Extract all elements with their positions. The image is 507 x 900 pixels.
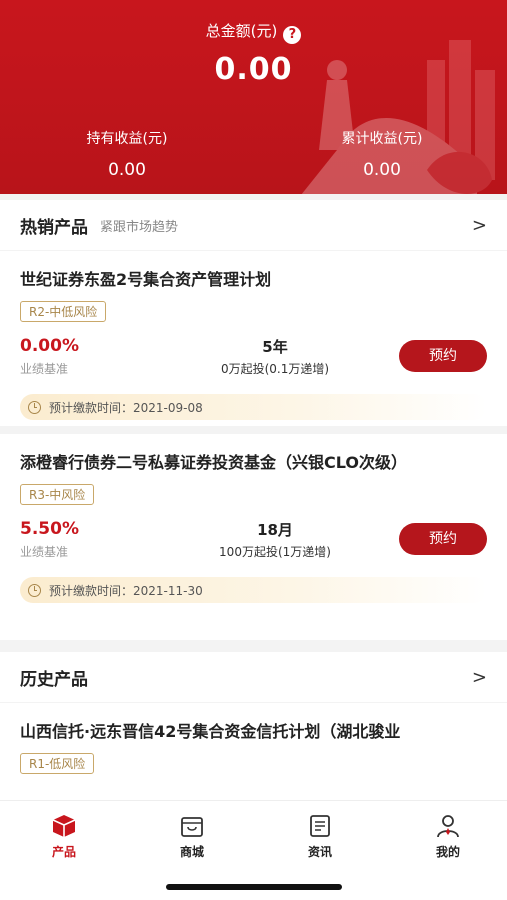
product-name: 山西信托·远东晋信42号集合资金信托计划（湖北骏业: [20, 722, 401, 741]
cumulative-income-value: 0.00: [363, 160, 401, 180]
assets-header: 总金额(元)? 0.00 持有收益(元) 0.00 累计收益(元) 0.00: [0, 0, 507, 194]
product-stats: 5.50% 业绩基准 18月 100万起投(1万递增) 预约: [20, 515, 487, 567]
chevron-right-icon[interactable]: >: [472, 667, 487, 688]
benchmark-rate: 5.50%: [20, 519, 79, 539]
benchmark-rate: 0.00%: [20, 336, 79, 356]
product-term: 5年: [262, 338, 288, 356]
chevron-right-icon[interactable]: >: [472, 215, 487, 236]
tab-mine[interactable]: 我的: [408, 813, 488, 860]
tab-shop-label: 商城: [179, 845, 204, 859]
benchmark-label: 业绩基准: [20, 362, 69, 376]
payment-time-bar: 预计缴款时间：2021-11-30: [20, 577, 487, 603]
tab-news[interactable]: 资讯: [280, 813, 360, 860]
history-products-title: 历史产品: [20, 669, 88, 690]
tab-shop[interactable]: 商城: [152, 813, 232, 860]
product-card[interactable]: 世纪证券东盈2号集合资产管理计划 R2-中低风险 0.00% 业绩基准 5年 0…: [0, 251, 507, 426]
hot-products-title: 热销产品: [20, 217, 88, 238]
product-term: 18月: [257, 521, 293, 539]
min-investment: 100万起投(1万递增): [219, 545, 331, 559]
home-indicator[interactable]: [166, 884, 342, 890]
profile-user-icon: [437, 815, 459, 838]
total-amount-label-row: 总金额(元)?: [0, 20, 507, 44]
tab-news-label: 资讯: [307, 845, 332, 859]
clock-icon: [28, 400, 41, 414]
shop-bag-icon: [181, 817, 203, 837]
help-icon[interactable]: ?: [283, 26, 302, 44]
payment-time-text: 预计缴款时间：2021-09-08: [49, 400, 203, 415]
product-stats: 0.00% 业绩基准 5年 0万起投(0.1万递增) 预约: [20, 332, 487, 384]
hot-products-header[interactable]: 热销产品 紧跟市场趋势 >: [0, 200, 507, 250]
min-investment: 0万起投(0.1万递增): [220, 362, 330, 376]
hot-products-subtitle: 紧跟市场趋势: [100, 219, 179, 235]
reserve-button[interactable]: 预约: [399, 340, 487, 372]
holding-income: 持有收益(元) 0.00: [27, 128, 227, 180]
payment-time-text: 预计缴款时间：2021-11-30: [49, 583, 203, 598]
total-amount-label: 总金额(元): [205, 22, 278, 40]
product-name: 添橙睿行债券二号私募证券投资基金（兴银CLO次级）: [20, 453, 407, 472]
risk-badge: R2-中低风险: [20, 301, 107, 322]
news-doc-icon: [310, 815, 330, 837]
payment-time-bar: 预计缴款时间：2021-09-08: [20, 394, 487, 420]
holding-income-label: 持有收益(元): [86, 131, 168, 147]
product-box-icon: [52, 815, 76, 837]
holding-income-value: 0.00: [108, 160, 146, 180]
product-card[interactable]: 添橙睿行债券二号私募证券投资基金（兴银CLO次级） R3-中风险 5.50% 业…: [0, 434, 507, 640]
tab-product[interactable]: 产品: [24, 813, 104, 860]
clock-icon: [28, 583, 41, 597]
risk-badge: R3-中风险: [20, 484, 95, 505]
history-product-card[interactable]: 山西信托·远东晋信42号集合资金信托计划（湖北骏业 R1-低风险: [0, 703, 507, 800]
reserve-button[interactable]: 预约: [399, 523, 487, 555]
cumulative-income: 累计收益(元) 0.00: [282, 128, 482, 180]
history-products-header[interactable]: 历史产品 >: [0, 652, 507, 702]
product-name: 世纪证券东盈2号集合资产管理计划: [20, 270, 272, 289]
cumulative-income-label: 累计收益(元): [341, 131, 423, 147]
total-amount-value: 0.00: [214, 52, 293, 87]
tab-product-label: 产品: [51, 845, 76, 859]
benchmark-label: 业绩基准: [20, 545, 69, 559]
tab-mine-label: 我的: [435, 845, 460, 859]
risk-badge: R1-低风险: [20, 753, 95, 774]
